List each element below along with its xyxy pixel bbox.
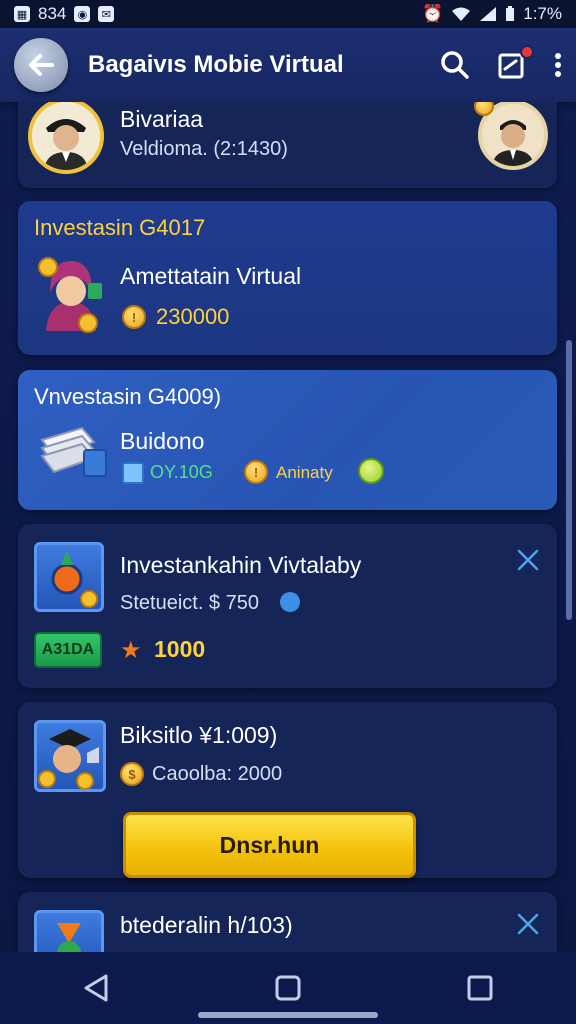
back-arrow-icon	[29, 54, 54, 76]
battery-icon	[506, 6, 515, 21]
item-header: Investasin G4017	[34, 215, 206, 240]
primary-action-button[interactable]: Dnsr.hun	[123, 812, 416, 878]
app-notif-icon: ◉	[74, 6, 91, 22]
wifi-icon	[452, 7, 471, 21]
search-button[interactable]	[440, 50, 470, 80]
content-list[interactable]: Bivariaa Veldioma. (2:1430) Investasin G…	[0, 102, 576, 952]
cube-icon	[122, 462, 144, 484]
item-title: Investankahin Vivtalaby	[120, 552, 362, 578]
close-icon[interactable]	[514, 910, 542, 938]
alarm-icon: ⏰	[422, 4, 444, 23]
list-item[interactable]: Investasin G4017 Amettatain Virtual ! 23…	[18, 201, 557, 355]
status-time: 834	[38, 4, 67, 23]
signal-icon	[480, 7, 497, 21]
coin-icon: !	[244, 460, 268, 484]
battery-percent: 1:7%	[523, 4, 562, 23]
page-title: Bagaivıs Mobie Virtual	[88, 51, 344, 78]
item-title: Biksitlo ¥1:009)	[120, 722, 278, 748]
more-button[interactable]	[554, 52, 562, 78]
notification-dot	[520, 45, 534, 59]
coin-icon: !	[122, 305, 146, 329]
message-notif-icon: ✉	[98, 6, 115, 22]
item-value: OY.10G	[150, 462, 213, 482]
recents-nav-icon[interactable]	[466, 974, 494, 1002]
item-thumbnail	[34, 542, 104, 612]
inbox-button[interactable]	[498, 45, 534, 79]
home-indicator	[198, 1012, 378, 1018]
star-icon: ★	[120, 637, 142, 664]
item-subtitle: Veldioma. (2:1430)	[120, 138, 288, 160]
list-item[interactable]: btederalin h/103)	[18, 892, 557, 952]
close-icon[interactable]	[514, 546, 542, 574]
item-title: Bivariaa	[120, 106, 204, 132]
search-icon	[441, 51, 469, 79]
list-item[interactable]: Vnvestasin G4009) Buidono OY.10G ! Anina…	[18, 370, 557, 510]
gallery-icon: ▦	[14, 6, 30, 22]
item-title: Amettatain Virtual	[120, 263, 302, 289]
avatar	[28, 102, 104, 174]
item-header: Vnvestasin G4009)	[34, 384, 222, 409]
list-item[interactable]: Investankahin Vivtalaby Stetueict. $ 750…	[18, 524, 557, 688]
item-title: Buidono	[120, 428, 205, 454]
status-bar: ▦ 834 ◉ ✉ ⏰ 1:7%	[0, 0, 576, 28]
home-nav-icon[interactable]	[274, 974, 302, 1002]
item-subtitle: Stetueict. $ 750	[120, 592, 259, 614]
app-bar: Bagaivıs Mobie Virtual	[0, 28, 576, 102]
growth-icon	[358, 458, 384, 484]
item-title: btederalin h/103)	[120, 912, 293, 938]
scrollbar[interactable]	[566, 340, 572, 620]
item-thumbnail	[34, 910, 104, 952]
back-nav-icon[interactable]	[82, 973, 110, 1003]
more-vert-icon	[555, 53, 561, 77]
item-amount: 1000	[154, 636, 206, 662]
item-label: Aninaty	[276, 463, 333, 482]
status-badge: A31DA	[34, 632, 102, 668]
item-thumbnail	[34, 720, 106, 792]
item-amount: 230000	[156, 304, 230, 329]
list-item[interactable]: Bivariaa Veldioma. (2:1430)	[18, 102, 557, 188]
info-icon	[280, 592, 300, 612]
investor-icon	[36, 253, 106, 333]
back-button[interactable]	[14, 38, 68, 92]
coin-icon: $	[120, 762, 144, 786]
item-subtitle: Caoolba: 2000	[152, 763, 283, 785]
documents-icon	[36, 420, 112, 484]
